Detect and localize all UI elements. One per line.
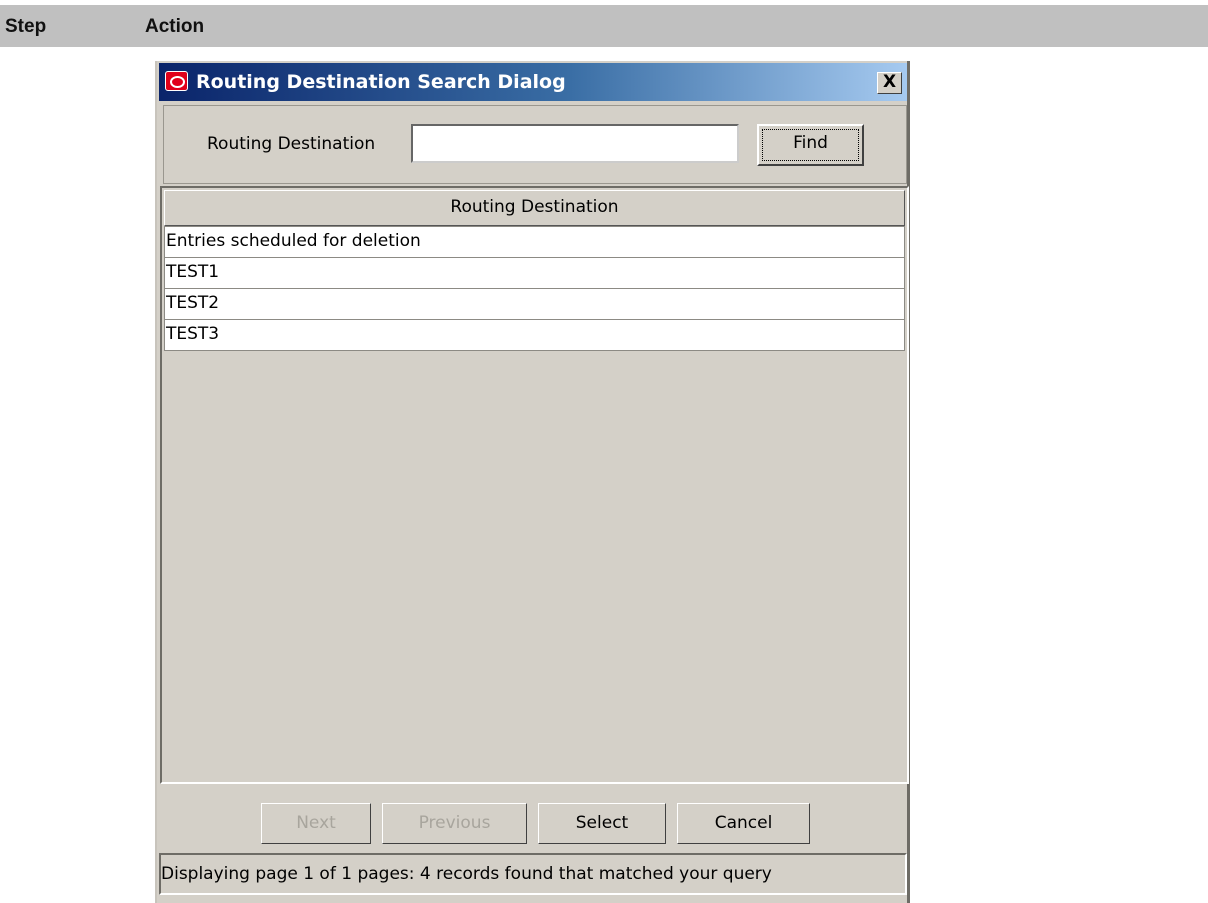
dialog-title-bar[interactable]: Routing Destination Search Dialog X [159, 63, 907, 101]
table-row[interactable]: TEST2 [164, 289, 905, 320]
routing-destination-input[interactable] [411, 124, 739, 163]
find-button-label: Find [762, 129, 859, 161]
search-panel: Routing Destination Find [163, 105, 907, 184]
action-column-header: Action [145, 16, 205, 37]
status-bar: Displaying page 1 of 1 pages: 4 records … [159, 853, 907, 895]
table-row[interactable]: TEST1 [164, 258, 905, 289]
next-button[interactable]: Next [261, 803, 371, 844]
dialog-title: Routing Destination Search Dialog [196, 71, 566, 93]
step-column-header: Step [5, 16, 47, 37]
cancel-button[interactable]: Cancel [677, 803, 810, 844]
close-icon: X [882, 72, 897, 92]
oracle-logo-icon [165, 71, 188, 91]
routing-destination-search-dialog: Routing Destination Search Dialog X Rout… [155, 61, 910, 903]
find-button[interactable]: Find [757, 124, 864, 166]
table-header-bar: Step Action [0, 5, 1208, 47]
table-row[interactable]: TEST3 [164, 320, 905, 351]
routing-destination-label: Routing Destination [207, 134, 376, 154]
previous-button[interactable]: Previous [382, 803, 527, 844]
close-button[interactable]: X [877, 72, 902, 94]
table-row[interactable]: Entries scheduled for deletion [164, 226, 905, 258]
routing-destination-column-header[interactable]: Routing Destination [164, 190, 905, 226]
results-table: Routing Destination Entries scheduled fo… [160, 186, 909, 784]
select-button[interactable]: Select [538, 803, 666, 844]
